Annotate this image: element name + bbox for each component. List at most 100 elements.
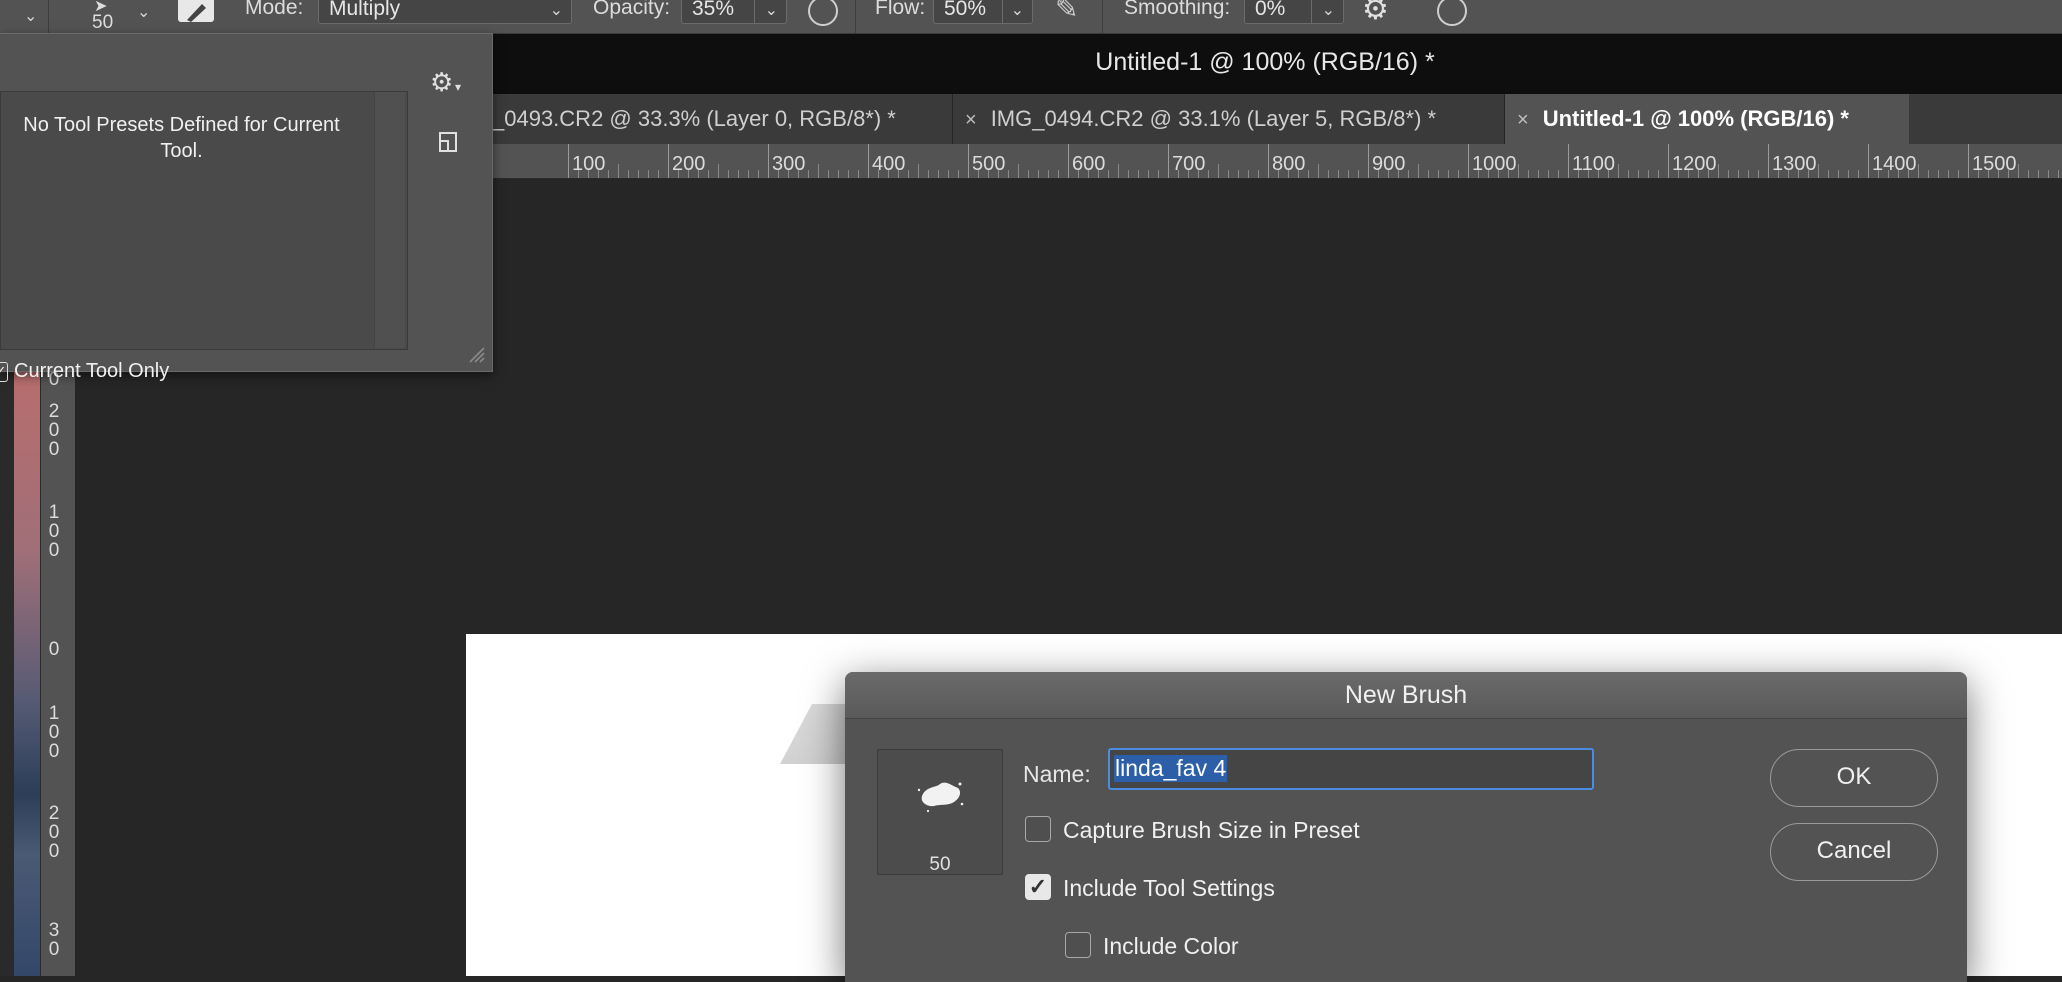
ruler-minor-tick [1748, 170, 1749, 178]
cancel-button[interactable]: Cancel [1770, 823, 1938, 881]
mode-dropdown[interactable]: Multiply ⌄ [318, 0, 572, 24]
flow-chevron-icon[interactable]: ⌄ [1011, 0, 1024, 25]
brush-picker-chevron-icon[interactable]: ⌄ [137, 2, 150, 22]
flow-field-divider [1002, 0, 1003, 23]
capture-brush-size-checkbox[interactable] [1025, 816, 1051, 842]
ruler-label: 200 [672, 153, 706, 175]
ruler-minor-tick [1858, 170, 1859, 178]
new-brush-dialog: New Brush 50 Name: linda_fav 4 OK Cancel… [845, 672, 1967, 982]
ruler-minor-tick [2048, 170, 2049, 178]
ruler-minor-tick [848, 170, 849, 178]
ruler-major-tick [1768, 144, 1769, 178]
smoothing-field[interactable]: 0% ⌄ [1244, 0, 1344, 24]
ruler-label: 600 [1072, 153, 1106, 175]
ruler-minor-tick [2028, 170, 2029, 178]
ruler-label: 1000 [1472, 153, 1517, 175]
document-tab[interactable]: × IMG_0494.CR2 @ 33.1% (Layer 5, RGB/8*) … [953, 94, 1504, 144]
ruler-label: 1500 [1972, 153, 2017, 175]
include-color-checkbox[interactable] [1065, 932, 1091, 958]
tab-close-icon[interactable]: × [965, 109, 977, 131]
tab-close-icon[interactable]: × [1517, 109, 1529, 131]
ruler-minor-tick [948, 170, 949, 178]
ruler-major-tick [968, 144, 969, 178]
ruler-label: 700 [1172, 153, 1206, 175]
ruler-minor-tick [1118, 164, 1119, 178]
ruler-label: 400 [872, 153, 906, 175]
ruler-minor-tick [1848, 170, 1849, 178]
ruler-minor-tick [1718, 164, 1719, 178]
brush-angle-icon[interactable] [1437, 0, 1467, 26]
current-tool-only-checkbox[interactable]: ✓ [0, 362, 8, 382]
brush-name-input[interactable]: linda_fav 4 [1108, 748, 1594, 790]
flow-field[interactable]: 50% ⌄ [933, 0, 1033, 24]
options-divider [48, 0, 49, 33]
airbrush-icon[interactable]: ✎ [1055, 0, 1078, 25]
ruler-label: 800 [1272, 153, 1306, 175]
ruler-minor-tick [1658, 170, 1659, 178]
ruler-minor-tick [1428, 170, 1429, 178]
include-color-label: Include Color [1103, 933, 1239, 959]
no-presets-message: No Tool Presets Defined for Current Tool… [23, 114, 340, 162]
mode-value: Multiply [329, 0, 401, 20]
tool-presets-scrollbar[interactable] [374, 92, 405, 348]
ruler-label: 1200 [1672, 153, 1717, 175]
ruler-minor-tick [1728, 170, 1729, 178]
ruler-minor-tick [1108, 170, 1109, 178]
smoothing-chevron-icon[interactable]: ⌄ [1322, 0, 1335, 25]
include-tool-settings-label: Include Tool Settings [1063, 875, 1275, 901]
brush-panel-toggle-icon[interactable] [178, 0, 214, 22]
ruler-minor-tick [1528, 170, 1529, 178]
ruler-major-tick [868, 144, 869, 178]
capture-brush-size-label: Capture Brush Size in Preset [1063, 817, 1360, 843]
ruler-minor-tick [1928, 170, 1929, 178]
panel-resize-grip-icon[interactable] [466, 344, 486, 364]
tool-preset-chevron-icon[interactable]: ⌄ [24, 6, 37, 26]
ruler-major-tick [1668, 144, 1669, 178]
ruler-major-tick [568, 144, 569, 178]
ruler-minor-tick [1258, 170, 1259, 178]
ruler-label: 100 [572, 153, 606, 175]
smoothing-value: 0% [1255, 0, 1286, 20]
new-preset-icon[interactable] [436, 130, 460, 154]
ruler-minor-tick [1458, 170, 1459, 178]
presets-menu-chevron-icon[interactable]: ▾ [455, 80, 461, 94]
vertical-ruler-label: 30 [48, 920, 60, 960]
smoothing-options-gear-icon[interactable]: ⚙ [1362, 0, 1389, 27]
ruler-minor-tick [1618, 164, 1619, 178]
ruler-minor-tick [858, 170, 859, 178]
ruler-minor-tick [1148, 170, 1149, 178]
ruler-minor-tick [658, 170, 659, 178]
ruler-minor-tick [1558, 170, 1559, 178]
include-tool-settings-checkbox[interactable]: ✓ [1025, 874, 1051, 900]
ruler-minor-tick [1308, 170, 1309, 178]
mode-chevron-icon: ⌄ [549, 2, 563, 19]
ruler-minor-tick [1818, 164, 1819, 178]
ok-button[interactable]: OK [1770, 749, 1938, 807]
ruler-minor-tick [758, 170, 759, 178]
opacity-chevron-icon[interactable]: ⌄ [765, 0, 778, 25]
ruler-major-tick [668, 144, 669, 178]
ruler-minor-tick [838, 170, 839, 178]
ruler-minor-tick [1548, 170, 1549, 178]
ruler-label: 500 [972, 153, 1006, 175]
ruler-minor-tick [1958, 170, 1959, 178]
flow-label: Flow: [875, 0, 926, 19]
ruler-minor-tick [918, 164, 919, 178]
document-tab[interactable]: _0493.CR2 @ 33.3% (Layer 0, RGB/8*) * [492, 94, 952, 144]
ruler-minor-tick [708, 170, 709, 178]
pressure-opacity-icon[interactable] [808, 0, 838, 26]
vertical-ruler-label: 200 [48, 401, 60, 460]
opacity-label: Opacity: [593, 0, 671, 19]
vertical-ruler-label: 100 [48, 502, 60, 561]
opacity-field[interactable]: 35% ⌄ [681, 0, 787, 24]
document-tab-active[interactable]: × Untitled-1 @ 100% (RGB/16) * [1505, 94, 1909, 144]
ruler-minor-tick [958, 170, 959, 178]
ruler-minor-tick [1018, 164, 1019, 178]
presets-menu-gear-icon[interactable]: ⚙ [430, 67, 453, 98]
ruler-minor-tick [1758, 170, 1759, 178]
ruler-minor-tick [1918, 164, 1919, 178]
ruler-minor-tick [618, 164, 619, 178]
ruler-major-tick [1468, 144, 1469, 178]
ruler-major-tick [1268, 144, 1269, 178]
opacity-field-divider [754, 0, 755, 23]
